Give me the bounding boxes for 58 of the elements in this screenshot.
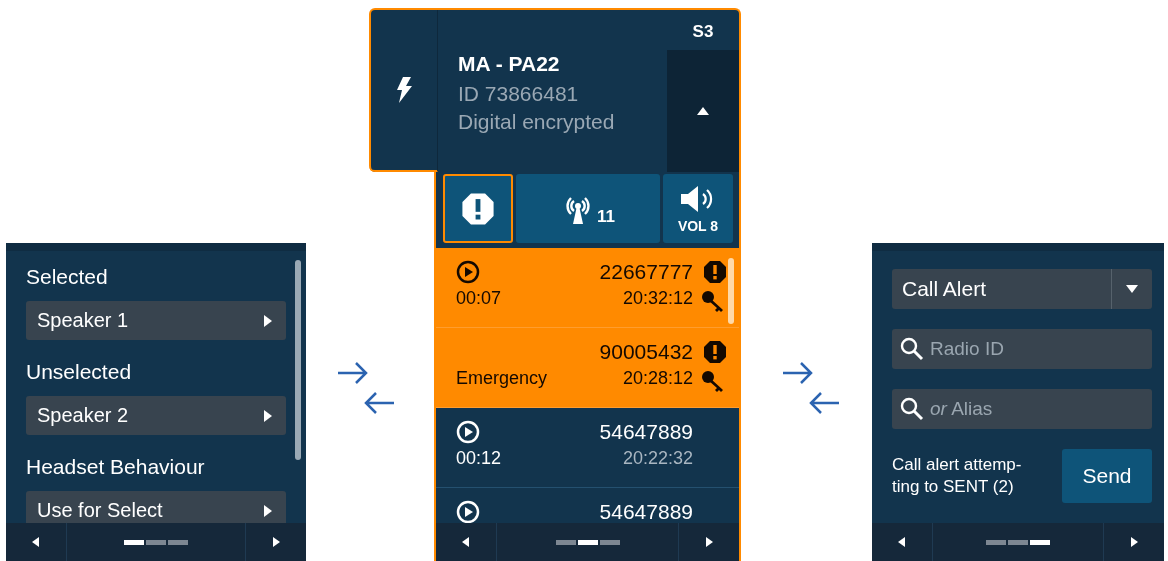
caret-right-icon	[705, 537, 713, 547]
call-time: 20:28:12	[622, 368, 693, 389]
volume-level: VOL 8	[677, 217, 719, 234]
alert-icon	[703, 340, 727, 364]
call-number: 90005432	[599, 340, 693, 364]
caret-left-icon	[898, 537, 906, 547]
play-icon[interactable]	[456, 260, 480, 284]
emergency-button[interactable]	[443, 174, 513, 243]
caret-right-icon	[272, 537, 280, 547]
call-note: 00:07	[456, 288, 503, 309]
search-icon	[900, 397, 924, 421]
setting-label: Selected	[26, 265, 109, 290]
volume-button[interactable]: VOL 8	[663, 174, 733, 243]
call-row[interactable]: Emergency 90005432 20:28:12	[436, 328, 739, 408]
signal-button[interactable]: 11	[516, 174, 660, 243]
call-time: 20:22:32	[622, 448, 693, 469]
page-indicator[interactable]	[124, 539, 144, 545]
page-indicator[interactable]	[577, 539, 598, 545]
scrollbar[interactable]	[728, 258, 734, 324]
setting-label: Unselected	[26, 360, 133, 385]
swap-arrows-icon	[781, 360, 841, 416]
signal-count: 11	[597, 207, 615, 227]
caret-right-icon	[264, 314, 272, 327]
call-note: 00:12	[456, 448, 503, 469]
swap-arrows-icon	[336, 360, 396, 416]
lightning-icon	[396, 77, 412, 103]
channel-id: ID 73866481	[458, 82, 580, 106]
send-button[interactable]: Send	[1062, 449, 1152, 503]
call-number: 22667777	[599, 260, 693, 284]
alert-icon	[461, 191, 495, 226]
alert-type-dropdown[interactable]: Call Alert	[892, 269, 1152, 309]
page-indicator[interactable]	[1030, 539, 1050, 545]
caret-left-icon	[32, 537, 40, 547]
status-message: Call alert attemp- ting to SENT (2)	[892, 454, 1022, 498]
radio-id-field[interactable]: Radio ID	[892, 329, 1152, 369]
setting-select[interactable]: Speaker 2	[26, 396, 286, 435]
channel-name: MA - PA22	[458, 52, 561, 76]
slot-label: S3	[691, 21, 715, 43]
caret-right-icon	[264, 409, 272, 422]
call-row[interactable]: 00:07 22667777 20:32:12	[436, 248, 739, 328]
call-time: 20:32:12	[622, 288, 693, 309]
search-icon	[900, 337, 924, 361]
setting-label: Headset Behaviour	[26, 455, 206, 480]
setting-select[interactable]: Speaker 1	[26, 301, 286, 340]
scrollbar[interactable]	[295, 260, 301, 460]
caret-up-icon	[697, 107, 709, 115]
call-row[interactable]: 00:12 54647889 20:22:32	[436, 408, 739, 488]
call-number: 54647889	[599, 420, 693, 444]
caret-right-icon	[1130, 537, 1138, 547]
caret-right-icon	[264, 504, 272, 517]
call-note: Emergency	[456, 368, 549, 389]
alias-field[interactable]: or Alias	[892, 389, 1152, 429]
alert-icon	[703, 260, 727, 284]
caret-left-icon	[462, 537, 470, 547]
call-number: 54647889	[599, 500, 693, 523]
caret-down-icon	[1126, 285, 1138, 293]
channel-mode: Digital encrypted	[458, 110, 616, 134]
setting-select[interactable]: Use for Select	[26, 491, 286, 523]
